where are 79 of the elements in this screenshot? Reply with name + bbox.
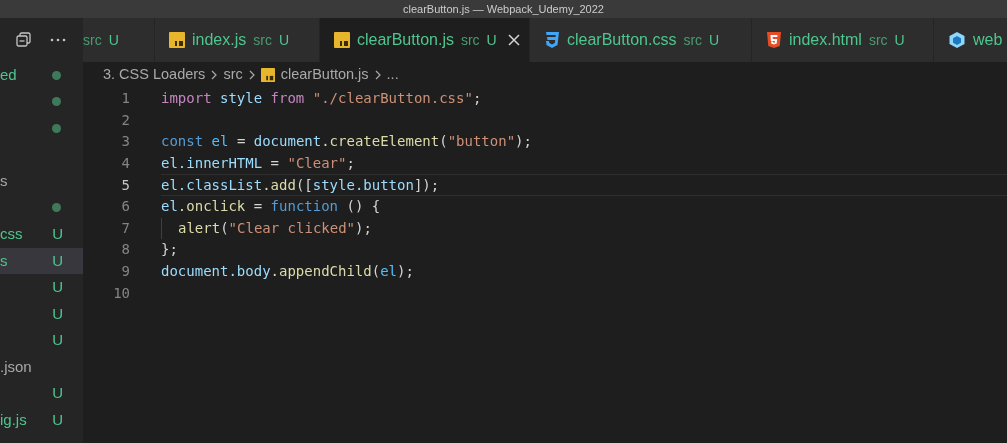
file-tree-item[interactable]: U (0, 274, 83, 301)
line-number: 6 (120, 197, 130, 217)
file-tree-item[interactable]: css U (0, 221, 83, 248)
line-number: 2 (120, 110, 130, 130)
tab-label: web (973, 30, 1003, 50)
breadcrumb-item[interactable]: 3. CSS Loaders (103, 64, 206, 86)
git-status-letter: U (52, 277, 63, 297)
breadcrumb-item[interactable]: clearButton.js (280, 64, 369, 86)
tab-label: index.js (192, 30, 247, 50)
css-file-icon (544, 31, 560, 49)
tab-label: clearButton.css (567, 30, 677, 50)
line-number: 1 (120, 89, 130, 109)
code-line: import style from "./clearButton.css"; (161, 89, 482, 109)
line-number: 9 (120, 262, 130, 282)
chevron-right-icon (374, 70, 381, 80)
code-line: el.classList.add([style.button]); (161, 175, 440, 195)
file-name: s (0, 171, 8, 191)
code-line: el.innerHTML = "Clear"; (161, 154, 355, 174)
git-status-letter: U (52, 383, 63, 403)
code-line: el.onclick = function () { (161, 197, 381, 217)
tab-folder: src (83, 30, 102, 50)
more-icon[interactable] (50, 38, 66, 42)
file-tree-item[interactable]: .json (0, 353, 83, 380)
html-file-icon (766, 31, 782, 49)
git-status-letter: U (709, 30, 720, 50)
chevron-right-icon (211, 70, 218, 80)
js-file-icon (260, 68, 275, 82)
file-tree-item[interactable]: U (0, 380, 83, 407)
git-status-letter: U (52, 409, 63, 430)
editor-tab[interactable]: web (934, 18, 1007, 62)
editor-tab[interactable]: clearButton.css src U (530, 18, 752, 62)
tab-folder: src (868, 30, 888, 50)
git-status-letter: U (486, 30, 497, 50)
line-number: 10 (112, 283, 130, 303)
chevron-right-icon (248, 70, 255, 80)
tab-label: clearButton.js (357, 30, 454, 50)
line-number: 8 (120, 240, 130, 260)
close-icon[interactable] (507, 34, 520, 46)
file-name: .json (0, 356, 32, 377)
file-tree-item[interactable]: U (0, 327, 83, 354)
file-tree-item[interactable]: ig.js U (0, 406, 83, 433)
file-tree-item[interactable]: s (0, 168, 83, 195)
js-file-icon (334, 32, 350, 48)
window-title: clearButton.js — Webpack_Udemy_2022 (403, 1, 604, 17)
git-status-letter: U (894, 30, 905, 50)
git-status-letter: U (52, 330, 63, 350)
breadcrumb-item[interactable]: ... (386, 64, 399, 86)
editor-tab[interactable]: clearButton.js src U (320, 18, 530, 62)
line-number: 3 (120, 132, 130, 152)
breadcrumb-item[interactable]: src (223, 64, 243, 86)
editor-tab[interactable]: index.js src U (155, 18, 320, 62)
file-name: ig.js (0, 409, 27, 430)
file-name: css (0, 224, 23, 244)
git-status-letter: U (52, 224, 63, 244)
cube-icon (948, 31, 966, 49)
code-line: document.body.appendChild(el); (161, 262, 414, 282)
tab-folder: src (683, 30, 703, 50)
line-number: 5 (120, 175, 130, 195)
file-tree-item[interactable]: U (0, 300, 83, 327)
file-tree-item[interactable]: s U (0, 247, 83, 274)
file-name: s (0, 250, 8, 271)
line-number: 7 (120, 218, 130, 238)
git-status-letter: U (52, 303, 63, 324)
js-file-icon (169, 32, 185, 48)
editor-tab[interactable]: src U (83, 18, 155, 62)
code-line: const el = document.createElement("button"); (161, 132, 532, 152)
editor-tab[interactable]: index.html src U (752, 18, 934, 62)
git-status-letter: U (52, 250, 63, 271)
code-line: }; (161, 240, 178, 260)
collapse-all-icon[interactable] (16, 32, 32, 48)
line-number: 4 (120, 154, 130, 174)
git-status-letter: U (278, 30, 290, 50)
file-name: ed (0, 65, 17, 85)
tab-label: index.html (789, 30, 862, 50)
file-tree-item[interactable]: ed (0, 62, 83, 89)
tab-folder: src (460, 30, 480, 50)
tab-folder: src (253, 30, 272, 50)
git-status-letter: U (108, 30, 119, 50)
code-line: alert("Clear clicked"); (178, 218, 372, 238)
